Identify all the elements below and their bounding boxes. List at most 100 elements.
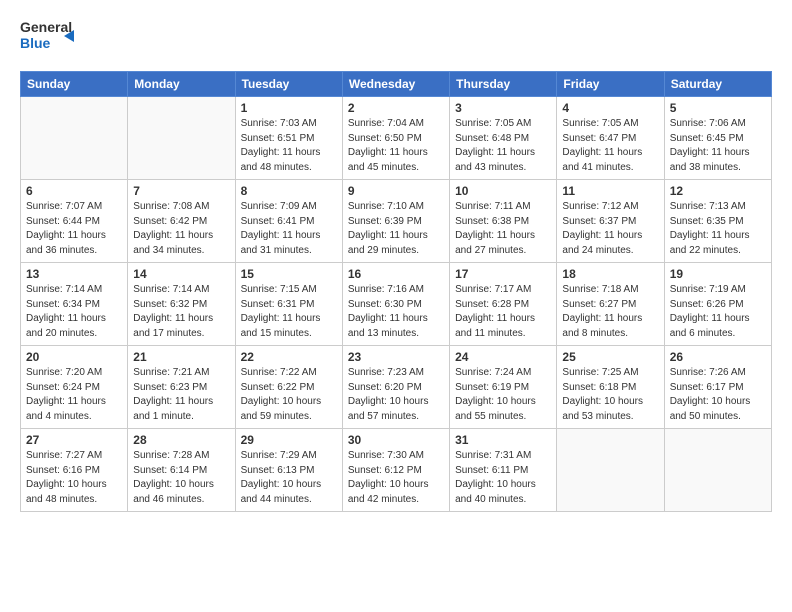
calendar-cell: 20 Sunrise: 7:20 AMSunset: 6:24 PMDayligh… xyxy=(21,346,128,429)
day-number: 5 xyxy=(670,101,766,115)
calendar-cell: 22 Sunrise: 7:22 AMSunset: 6:22 PMDayligh… xyxy=(235,346,342,429)
calendar-cell: 13 Sunrise: 7:14 AMSunset: 6:34 PMDayligh… xyxy=(21,263,128,346)
calendar-cell: 28 Sunrise: 7:28 AMSunset: 6:14 PMDayligh… xyxy=(128,429,235,512)
calendar-cell: 12Sunrise: 7:13 AMSunset: 6:35 PMDayligh… xyxy=(664,180,771,263)
weekday-header-friday: Friday xyxy=(557,72,664,97)
calendar-page: General Blue SundayMondayTuesdayWednesda… xyxy=(0,0,792,612)
calendar-cell xyxy=(664,429,771,512)
calendar-cell: 15Sunrise: 7:15 AMSunset: 6:31 PMDayligh… xyxy=(235,263,342,346)
day-detail: Sunrise: 7:26 AMSunset: 6:17 PMDaylight:… xyxy=(670,366,766,424)
calendar-cell: 29 Sunrise: 7:29 AMSunset: 6:13 PMDayligh… xyxy=(235,429,342,512)
day-number: 1 xyxy=(241,101,337,115)
logo-icon: General Blue xyxy=(20,16,74,61)
day-number: 19 xyxy=(670,267,766,281)
day-detail: Sunrise: 7:04 AMSunset: 6:50 PMDaylight:… xyxy=(348,117,444,175)
day-detail: Sunrise: 7:03 AMSunset: 6:51 PMDaylight:… xyxy=(241,117,337,175)
day-detail: Sunrise: 7:09 AMSunset: 6:41 PMDaylight:… xyxy=(241,200,337,258)
weekday-header-monday: Monday xyxy=(128,72,235,97)
day-number: 16 xyxy=(348,267,444,281)
calendar-cell: 19 Sunrise: 7:19 AMSunset: 6:26 PMDayligh… xyxy=(664,263,771,346)
calendar-cell: 30Sunrise: 7:30 AMSunset: 6:12 PMDayligh… xyxy=(342,429,449,512)
day-detail: Sunrise: 7:20 AMSunset: 6:24 PMDaylight:… xyxy=(26,366,122,424)
day-detail: Sunrise: 7:30 AMSunset: 6:12 PMDaylight:… xyxy=(348,449,444,507)
calendar-cell: 1 Sunrise: 7:03 AMSunset: 6:51 PMDaylight… xyxy=(235,97,342,180)
day-detail: Sunrise: 7:22 AMSunset: 6:22 PMDaylight:… xyxy=(241,366,337,424)
calendar-week-2: 6 Sunrise: 7:07 AMSunset: 6:44 PMDaylight… xyxy=(21,180,772,263)
day-number: 12 xyxy=(670,184,766,198)
header: General Blue xyxy=(20,16,772,61)
calendar-cell: 16 Sunrise: 7:16 AMSunset: 6:30 PMDayligh… xyxy=(342,263,449,346)
day-number: 22 xyxy=(241,350,337,364)
day-number: 28 xyxy=(133,433,229,447)
logo: General Blue xyxy=(20,16,74,61)
day-detail: Sunrise: 7:27 AMSunset: 6:16 PMDaylight:… xyxy=(26,449,122,507)
calendar-cell: 6 Sunrise: 7:07 AMSunset: 6:44 PMDaylight… xyxy=(21,180,128,263)
calendar-cell xyxy=(557,429,664,512)
day-detail: Sunrise: 7:29 AMSunset: 6:13 PMDaylight:… xyxy=(241,449,337,507)
day-detail: Sunrise: 7:15 AMSunset: 6:31 PMDaylight:… xyxy=(241,283,337,341)
calendar-week-5: 27 Sunrise: 7:27 AMSunset: 6:16 PMDayligh… xyxy=(21,429,772,512)
day-number: 11 xyxy=(562,184,658,198)
day-number: 17 xyxy=(455,267,551,281)
day-detail: Sunrise: 7:14 AMSunset: 6:34 PMDaylight:… xyxy=(26,283,122,341)
day-number: 26 xyxy=(670,350,766,364)
day-number: 6 xyxy=(26,184,122,198)
weekday-header-sunday: Sunday xyxy=(21,72,128,97)
day-number: 20 xyxy=(26,350,122,364)
day-detail: Sunrise: 7:16 AMSunset: 6:30 PMDaylight:… xyxy=(348,283,444,341)
day-number: 24 xyxy=(455,350,551,364)
day-number: 23 xyxy=(348,350,444,364)
day-detail: Sunrise: 7:31 AMSunset: 6:11 PMDaylight:… xyxy=(455,449,551,507)
calendar-cell: 23 Sunrise: 7:23 AMSunset: 6:20 PMDayligh… xyxy=(342,346,449,429)
calendar-cell: 17Sunrise: 7:17 AMSunset: 6:28 PMDayligh… xyxy=(450,263,557,346)
calendar-cell: 2 Sunrise: 7:04 AMSunset: 6:50 PMDaylight… xyxy=(342,97,449,180)
calendar-cell: 21Sunrise: 7:21 AMSunset: 6:23 PMDayligh… xyxy=(128,346,235,429)
calendar-cell: 9 Sunrise: 7:10 AMSunset: 6:39 PMDaylight… xyxy=(342,180,449,263)
day-detail: Sunrise: 7:07 AMSunset: 6:44 PMDaylight:… xyxy=(26,200,122,258)
day-number: 8 xyxy=(241,184,337,198)
day-detail: Sunrise: 7:06 AMSunset: 6:45 PMDaylight:… xyxy=(670,117,766,175)
calendar-cell xyxy=(21,97,128,180)
calendar-cell: 7 Sunrise: 7:08 AMSunset: 6:42 PMDaylight… xyxy=(128,180,235,263)
day-number: 2 xyxy=(348,101,444,115)
day-number: 9 xyxy=(348,184,444,198)
calendar-week-4: 20 Sunrise: 7:20 AMSunset: 6:24 PMDayligh… xyxy=(21,346,772,429)
calendar-cell: 27 Sunrise: 7:27 AMSunset: 6:16 PMDayligh… xyxy=(21,429,128,512)
day-detail: Sunrise: 7:28 AMSunset: 6:14 PMDaylight:… xyxy=(133,449,229,507)
calendar-cell: 8 Sunrise: 7:09 AMSunset: 6:41 PMDaylight… xyxy=(235,180,342,263)
calendar-cell: 10Sunrise: 7:11 AMSunset: 6:38 PMDayligh… xyxy=(450,180,557,263)
day-detail: Sunrise: 7:25 AMSunset: 6:18 PMDaylight:… xyxy=(562,366,658,424)
day-number: 21 xyxy=(133,350,229,364)
day-number: 4 xyxy=(562,101,658,115)
day-detail: Sunrise: 7:18 AMSunset: 6:27 PMDaylight:… xyxy=(562,283,658,341)
calendar-week-1: 1 Sunrise: 7:03 AMSunset: 6:51 PMDaylight… xyxy=(21,97,772,180)
day-detail: Sunrise: 7:23 AMSunset: 6:20 PMDaylight:… xyxy=(348,366,444,424)
day-detail: Sunrise: 7:19 AMSunset: 6:26 PMDaylight:… xyxy=(670,283,766,341)
weekday-header-row: SundayMondayTuesdayWednesdayThursdayFrid… xyxy=(21,72,772,97)
svg-text:Blue: Blue xyxy=(20,35,51,51)
day-number: 31 xyxy=(455,433,551,447)
calendar-week-3: 13 Sunrise: 7:14 AMSunset: 6:34 PMDayligh… xyxy=(21,263,772,346)
calendar-cell: 3Sunrise: 7:05 AMSunset: 6:48 PMDaylight… xyxy=(450,97,557,180)
day-number: 7 xyxy=(133,184,229,198)
calendar-cell xyxy=(128,97,235,180)
day-detail: Sunrise: 7:05 AMSunset: 6:48 PMDaylight:… xyxy=(455,117,551,175)
calendar-cell: 31 Sunrise: 7:31 AMSunset: 6:11 PMDayligh… xyxy=(450,429,557,512)
day-number: 18 xyxy=(562,267,658,281)
day-number: 29 xyxy=(241,433,337,447)
day-detail: Sunrise: 7:08 AMSunset: 6:42 PMDaylight:… xyxy=(133,200,229,258)
calendar-cell: 24Sunrise: 7:24 AMSunset: 6:19 PMDayligh… xyxy=(450,346,557,429)
svg-text:General: General xyxy=(20,19,72,35)
weekday-header-tuesday: Tuesday xyxy=(235,72,342,97)
day-number: 13 xyxy=(26,267,122,281)
day-detail: Sunrise: 7:12 AMSunset: 6:37 PMDaylight:… xyxy=(562,200,658,258)
calendar-cell: 4 Sunrise: 7:05 AMSunset: 6:47 PMDaylight… xyxy=(557,97,664,180)
weekday-header-thursday: Thursday xyxy=(450,72,557,97)
day-number: 27 xyxy=(26,433,122,447)
calendar-cell: 14Sunrise: 7:14 AMSunset: 6:32 PMDayligh… xyxy=(128,263,235,346)
calendar-cell: 5 Sunrise: 7:06 AMSunset: 6:45 PMDaylight… xyxy=(664,97,771,180)
day-detail: Sunrise: 7:05 AMSunset: 6:47 PMDaylight:… xyxy=(562,117,658,175)
calendar-cell: 18 Sunrise: 7:18 AMSunset: 6:27 PMDayligh… xyxy=(557,263,664,346)
day-detail: Sunrise: 7:10 AMSunset: 6:39 PMDaylight:… xyxy=(348,200,444,258)
day-detail: Sunrise: 7:11 AMSunset: 6:38 PMDaylight:… xyxy=(455,200,551,258)
